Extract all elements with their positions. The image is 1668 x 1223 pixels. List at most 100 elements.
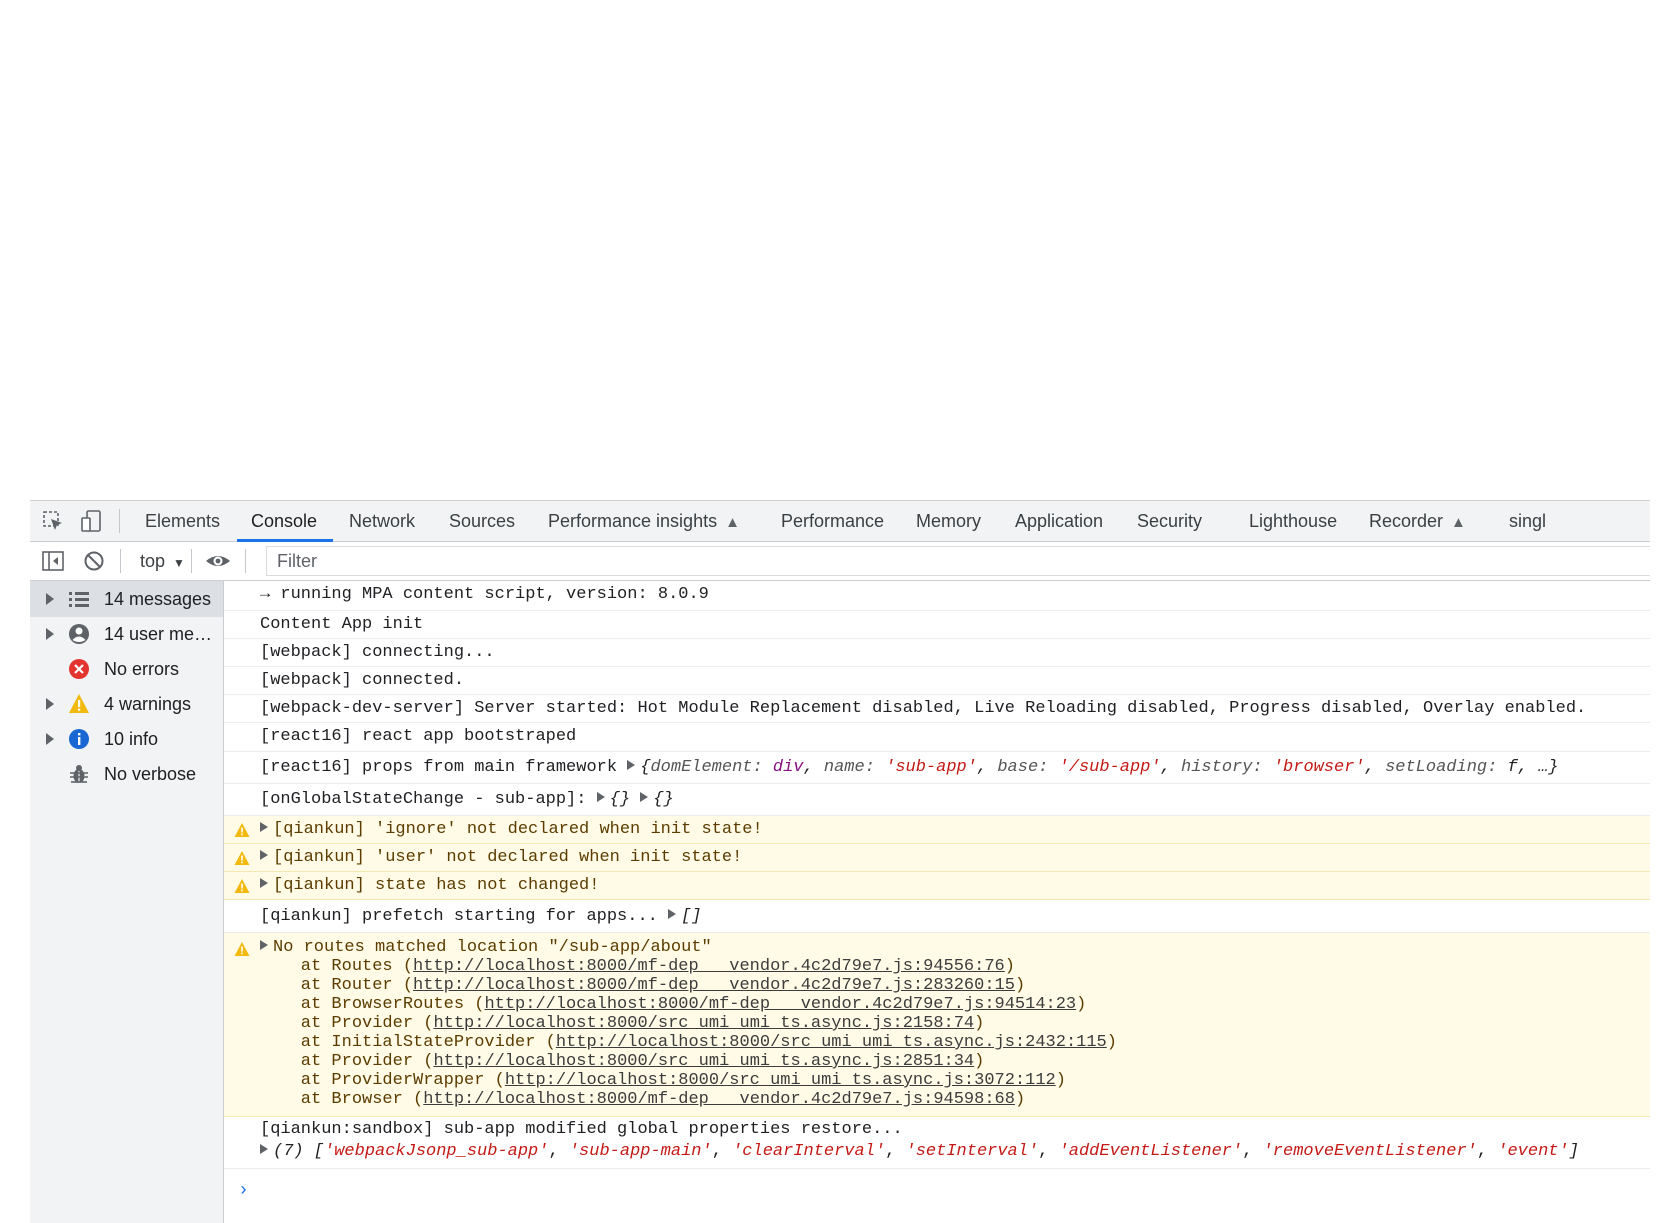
- prop-key: domElement:: [650, 758, 773, 777]
- array-item: 'addEventListener': [1058, 1142, 1243, 1161]
- inspect-element-icon[interactable]: [42, 510, 64, 532]
- log-message-text: [react16] react app bootstraped: [260, 727, 577, 746]
- source-link[interactable]: http://localhost:8000/src_umi_umi_ts.asy…: [433, 1052, 974, 1071]
- log-message-text: [webpack] connected.: [260, 671, 465, 690]
- warning-icon: [234, 851, 250, 865]
- expand-arrow-icon[interactable]: [46, 593, 54, 605]
- object-open: {: [640, 758, 651, 777]
- tab-network[interactable]: Network: [349, 501, 415, 541]
- sidebar-toggle-icon[interactable]: [42, 550, 64, 572]
- log-message-object[interactable]: [onGlobalStateChange - sub-app]: {} {}: [224, 784, 1650, 816]
- tab-recorder-label: Recorder: [1369, 511, 1444, 531]
- log-message-object[interactable]: [qiankun:sandbox] sub-app modified globa…: [224, 1117, 1650, 1169]
- toolbar-divider: [119, 509, 120, 533]
- prop-key: name:: [823, 758, 886, 777]
- expand-object-icon[interactable]: [596, 792, 605, 802]
- live-expression-eye-icon[interactable]: [205, 550, 231, 572]
- expand-arrow-icon[interactable]: [46, 698, 54, 710]
- console-messages: → running MPA content script, version: 8…: [224, 581, 1650, 1223]
- sidebar-item-label: 4 warnings: [104, 694, 192, 714]
- expand-array-icon[interactable]: [668, 909, 677, 919]
- log-message-object[interactable]: [react16] props from main framework {dom…: [224, 752, 1650, 784]
- stack-frame: at InitialStateProvider (http://localhos…: [260, 1033, 1117, 1052]
- device-toolbar-icon[interactable]: [80, 510, 102, 532]
- object-value: {}: [609, 790, 631, 809]
- log-message: Content App init: [224, 611, 1650, 639]
- warning-message[interactable]: [qiankun] state has not changed!: [224, 872, 1650, 900]
- stack-frame-fn: at Provider (: [260, 1052, 434, 1071]
- warning-message-stack[interactable]: No routes matched location "/sub-app/abo…: [224, 933, 1650, 1117]
- error-icon: [69, 659, 89, 679]
- log-message-text: [react16] props from main framework {dom…: [260, 758, 1559, 777]
- stack-frame-fn: at BrowserRoutes (: [260, 995, 485, 1014]
- log-message: [webpack] connected.: [224, 667, 1650, 695]
- sidebar-item-verbose[interactable]: No verbose: [30, 756, 223, 792]
- prop-key: base:: [997, 758, 1059, 777]
- tab-console[interactable]: Console: [236, 501, 334, 542]
- expand-arrow-icon[interactable]: [46, 733, 54, 745]
- warning-message[interactable]: [qiankun] 'ignore' not declared when ini…: [224, 816, 1650, 844]
- stack-frame-fn: at Browser (: [260, 1090, 424, 1109]
- tab-overflow[interactable]: singl: [1509, 501, 1546, 541]
- console-prompt[interactable]: ›: [238, 1181, 249, 1201]
- warning-icon: [234, 879, 250, 893]
- prop-key: setLoading:: [1385, 758, 1508, 777]
- filter-input[interactable]: [266, 546, 1650, 576]
- source-link[interactable]: http://localhost:8000/mf-dep___vendor.4c…: [423, 1090, 1015, 1109]
- stack-frame-fn: at ProviderWrapper (: [260, 1071, 505, 1090]
- source-link[interactable]: http://localhost:8000/src_umi_umi_ts.asy…: [505, 1071, 1056, 1090]
- tab-performance-insights[interactable]: Performance insights ▲: [548, 501, 740, 541]
- tab-sources[interactable]: Sources: [449, 501, 515, 541]
- expand-array-icon[interactable]: [260, 1144, 268, 1154]
- experimental-flask-icon: ▲: [725, 514, 740, 531]
- stack-frame-close: ): [1014, 1090, 1026, 1109]
- source-link[interactable]: http://localhost:8000/src_umi_umi_ts.asy…: [433, 1014, 974, 1033]
- stack-frame-fn: at Routes (: [260, 957, 414, 976]
- expand-stack-icon[interactable]: [260, 822, 268, 832]
- tab-recorder[interactable]: Recorder ▲: [1369, 501, 1466, 541]
- stack-frame-close: ): [974, 1014, 985, 1033]
- sidebar-item-warnings[interactable]: 4 warnings: [30, 686, 223, 722]
- array-item: 'removeEventListener': [1262, 1142, 1477, 1161]
- log-message: → running MPA content script, version: 8…: [224, 581, 1650, 611]
- tab-lighthouse[interactable]: Lighthouse: [1249, 501, 1337, 541]
- sidebar-item-messages[interactable]: 14 messages: [30, 581, 223, 617]
- clear-console-icon[interactable]: [83, 550, 105, 572]
- toolbar-divider: [191, 549, 192, 573]
- sidebar-item-info[interactable]: 10 info: [30, 721, 223, 757]
- source-link[interactable]: http://localhost:8000/mf-dep___vendor.4c…: [413, 976, 1015, 995]
- stack-frame-close: ): [1106, 1033, 1117, 1052]
- expand-object-icon[interactable]: [627, 760, 636, 770]
- stack-frame: at ProviderWrapper (http://localhost:800…: [260, 1071, 1066, 1090]
- expand-arrow-icon[interactable]: [46, 628, 54, 640]
- expand-stack-icon[interactable]: [260, 878, 268, 888]
- source-link[interactable]: http://localhost:8000/src_umi_umi_ts.asy…: [556, 1033, 1107, 1052]
- tab-performance[interactable]: Performance: [781, 501, 884, 541]
- log-message: [webpack] connecting...: [224, 639, 1650, 667]
- sidebar-item-user-messages[interactable]: 14 user me…: [30, 616, 223, 652]
- warning-message[interactable]: [qiankun] 'user' not declared when init …: [224, 844, 1650, 872]
- array-item: 'sub-app-main': [568, 1142, 712, 1161]
- sidebar-item-errors[interactable]: No errors: [30, 651, 223, 687]
- tab-performance-insights-label: Performance insights: [548, 511, 718, 531]
- tab-application[interactable]: Application: [1015, 501, 1103, 541]
- context-selector[interactable]: top ▼: [140, 542, 185, 580]
- tab-memory[interactable]: Memory: [916, 501, 981, 541]
- tab-security[interactable]: Security: [1137, 501, 1202, 541]
- expand-stack-icon[interactable]: [260, 940, 268, 950]
- warning-icon: [234, 823, 250, 837]
- warning-text: [qiankun] 'user' not declared when init …: [273, 848, 743, 867]
- log-message-object[interactable]: [qiankun] prefetch starting for apps... …: [224, 900, 1650, 933]
- info-icon: [69, 729, 89, 749]
- context-selector-value: top: [140, 551, 166, 571]
- log-message-text: [webpack] connecting...: [260, 643, 495, 662]
- tab-elements[interactable]: Elements: [145, 501, 220, 541]
- expand-stack-icon[interactable]: [260, 850, 268, 860]
- experimental-flask-icon: ▲: [1451, 514, 1466, 531]
- expand-object-icon[interactable]: [640, 792, 649, 802]
- console-sidebar: 14 messages 14 user me… No errors 4 warn…: [30, 581, 224, 1223]
- source-link[interactable]: http://localhost:8000/mf-dep___vendor.4c…: [484, 995, 1076, 1014]
- stack-frame-fn: at Router (: [260, 976, 414, 995]
- log-message-text: [qiankun] state has not changed!: [260, 876, 599, 895]
- source-link[interactable]: http://localhost:8000/mf-dep___vendor.4c…: [413, 957, 1005, 976]
